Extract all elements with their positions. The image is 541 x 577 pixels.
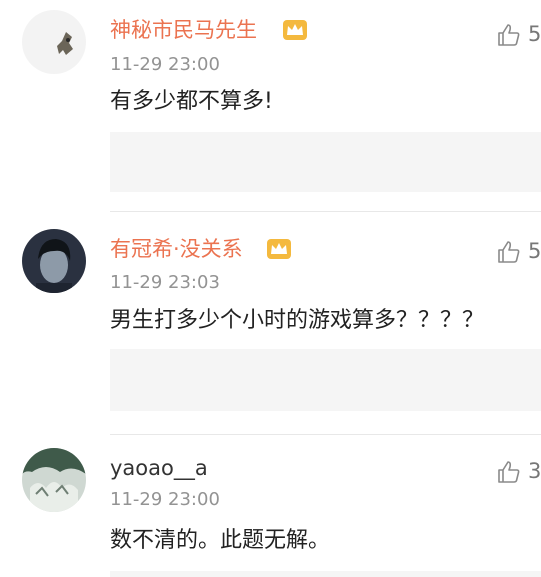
- like-count: 3: [528, 459, 541, 483]
- thumbs-up-icon[interactable]: [496, 239, 522, 265]
- avatar[interactable]: [22, 448, 86, 512]
- username[interactable]: yaoao__a: [110, 456, 208, 480]
- avatar[interactable]: [22, 10, 86, 74]
- comment-item: 有冠希·没关系 11-29 23:03 男生打多少个小时的游戏算多？？？？ 5: [0, 213, 541, 435]
- comment-text: 男生打多少个小时的游戏算多？？？？: [110, 308, 485, 333]
- vip-crown-icon: [283, 20, 307, 40]
- timestamp: 11-29 23:00: [110, 54, 220, 75]
- reply-preview[interactable]: [110, 349, 541, 411]
- avatar[interactable]: [22, 229, 86, 293]
- reply-preview[interactable]: [110, 571, 541, 577]
- comment-item: yaoao__a 11-29 23:00 数不清的。此题无解。 3: [0, 435, 541, 577]
- like-count: 5: [528, 22, 541, 46]
- comment-text: 数不清的。此题无解。: [110, 528, 331, 553]
- thumbs-up-icon[interactable]: [496, 22, 522, 48]
- comment-text: 有多少都不算多!: [110, 89, 273, 114]
- thumbs-up-icon[interactable]: [496, 459, 522, 485]
- divider: [110, 211, 541, 212]
- vip-crown-icon: [267, 239, 291, 259]
- timestamp: 11-29 23:00: [110, 489, 220, 510]
- timestamp: 11-29 23:03: [110, 272, 220, 293]
- username[interactable]: 有冠希·没关系: [110, 237, 243, 261]
- reply-preview[interactable]: [110, 132, 541, 192]
- username[interactable]: 神秘市民马先生: [110, 18, 257, 42]
- comment-item: 神秘市民马先生 11-29 23:00 有多少都不算多! 5: [0, 0, 541, 213]
- like-count: 5: [528, 239, 541, 263]
